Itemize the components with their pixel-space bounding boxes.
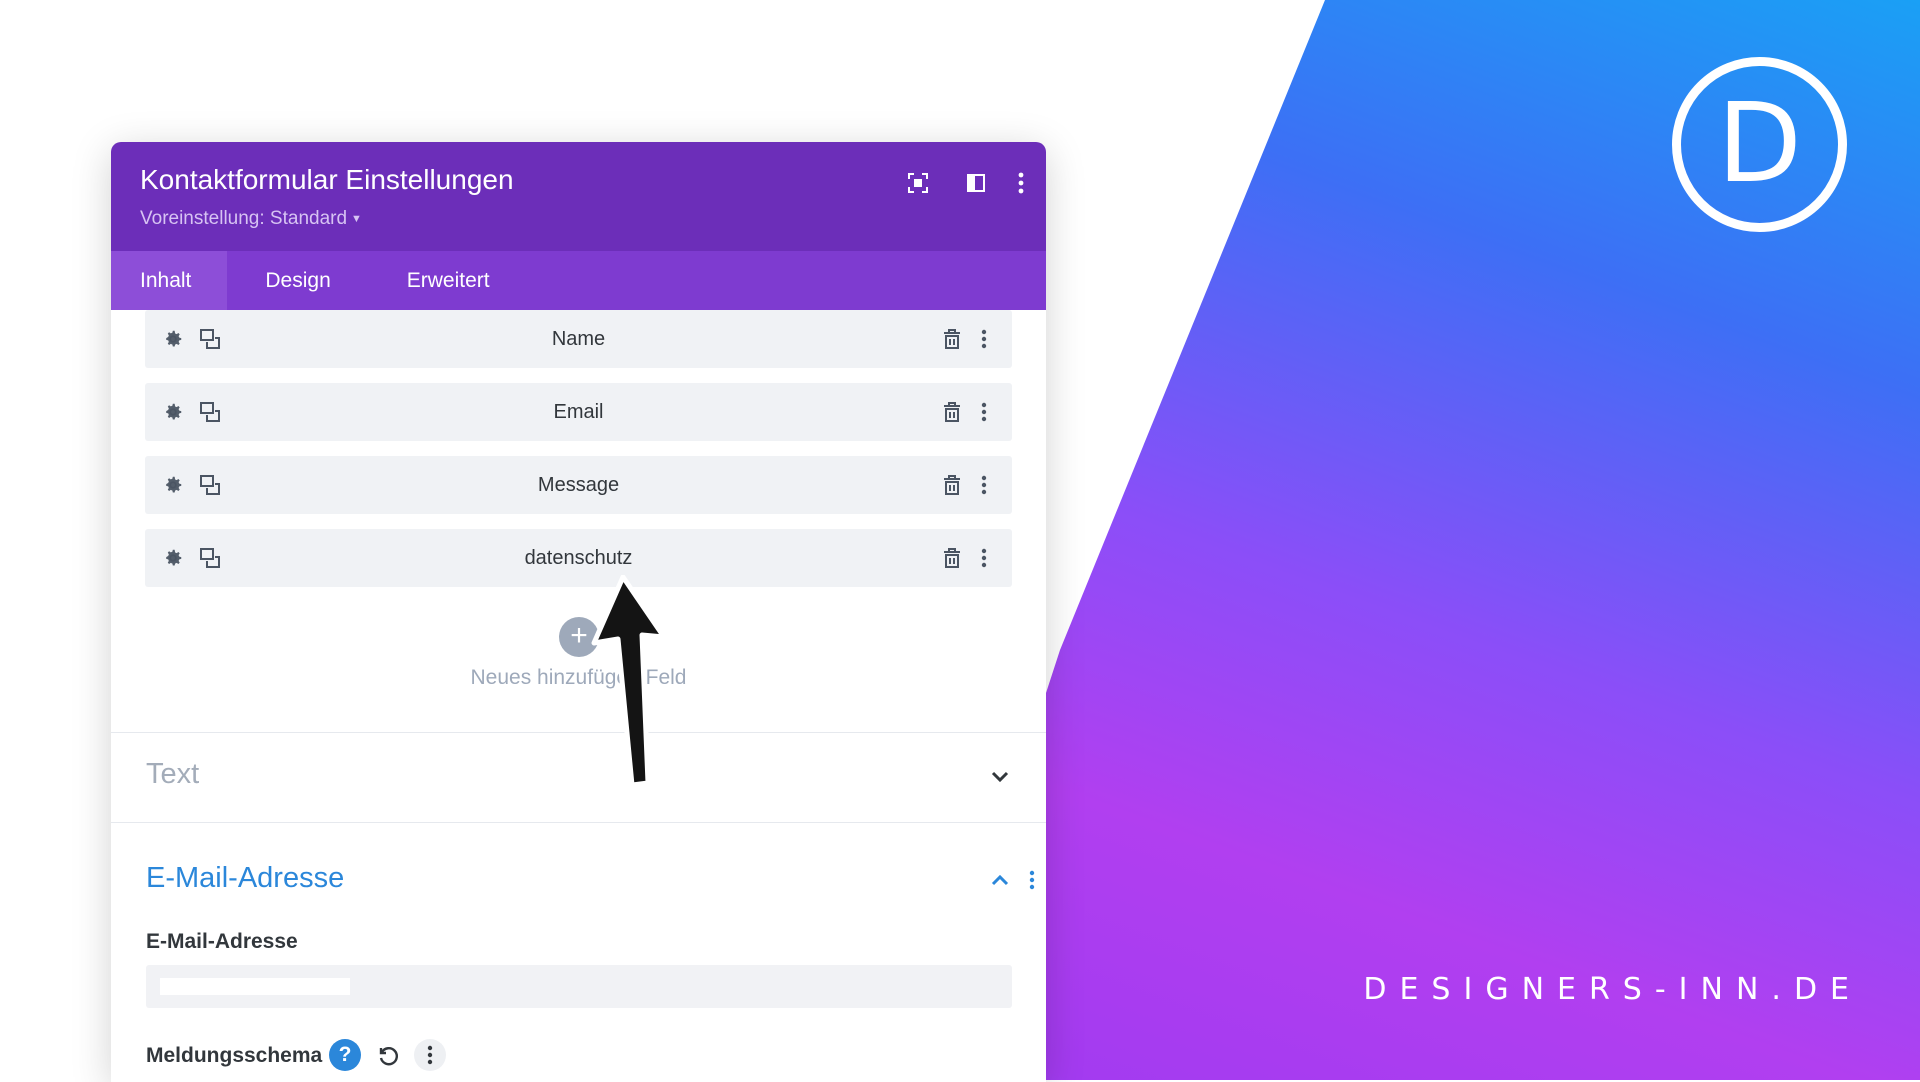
tab-design[interactable]: Design xyxy=(227,251,368,310)
caret-down-icon: ▼ xyxy=(351,213,362,225)
trash-icon[interactable] xyxy=(938,398,966,426)
field-label: Message xyxy=(537,474,620,496)
tab-bar: Inhalt Design Erweitert xyxy=(111,251,1046,310)
trash-icon[interactable] xyxy=(938,544,966,572)
message-pattern-label: Meldungsschema xyxy=(146,1044,323,1067)
redacted-value xyxy=(160,978,350,995)
email-address-label: E-Mail-Adresse xyxy=(146,930,298,953)
trash-icon[interactable] xyxy=(938,471,966,499)
section-email-title[interactable]: E-Mail-Adresse xyxy=(146,862,344,895)
add-field-label[interactable]: Neues hinzufügen Feld xyxy=(111,666,1046,690)
field-list: Name Email Message datenschutz xyxy=(145,310,1012,602)
preset-dropdown[interactable]: Voreinstellung: Standard ▼ xyxy=(140,208,362,230)
kebab-menu-icon[interactable] xyxy=(970,325,998,353)
kebab-menu-icon[interactable] xyxy=(970,398,998,426)
kebab-menu-icon[interactable] xyxy=(1006,168,1036,198)
kebab-menu-icon[interactable] xyxy=(970,471,998,499)
email-address-input[interactable] xyxy=(146,965,1012,1008)
trash-icon[interactable] xyxy=(938,325,966,353)
sidebar-layout-icon[interactable] xyxy=(961,168,991,198)
modal-title: Kontaktformular Einstellungen xyxy=(140,164,514,195)
field-label: datenschutz xyxy=(524,547,633,569)
divi-logo: D xyxy=(1672,57,1847,232)
reset-icon[interactable] xyxy=(373,1041,403,1071)
help-icon[interactable]: ? xyxy=(329,1039,361,1071)
screenshot-icon[interactable] xyxy=(903,168,933,198)
kebab-menu-icon[interactable] xyxy=(414,1039,446,1071)
tab-erweitert[interactable]: Erweitert xyxy=(369,251,528,310)
divider xyxy=(111,822,1046,823)
field-row[interactable]: datenschutz xyxy=(145,529,1012,587)
arrow-annotation xyxy=(590,574,670,800)
field-row[interactable]: Email xyxy=(145,383,1012,441)
chevron-up-icon[interactable] xyxy=(987,867,1013,893)
section-text-title[interactable]: Text xyxy=(146,758,199,791)
kebab-menu-icon[interactable] xyxy=(1019,867,1045,893)
field-row[interactable]: Message xyxy=(145,456,1012,514)
kebab-menu-icon[interactable] xyxy=(970,544,998,572)
plus-icon: + xyxy=(570,619,588,652)
preset-label: Voreinstellung: Standard xyxy=(140,208,348,229)
modal-header: Kontaktformular Einstellungen Voreinstel… xyxy=(111,142,1046,251)
tab-inhalt[interactable]: Inhalt xyxy=(111,251,228,310)
chevron-down-icon[interactable] xyxy=(987,764,1013,790)
divider xyxy=(111,732,1046,733)
field-row[interactable]: Name xyxy=(145,310,1012,368)
settings-modal: Kontaktformular Einstellungen Voreinstel… xyxy=(111,142,1046,1082)
site-branding: DESIGNERS-INN.DE xyxy=(1363,972,1862,1007)
field-label: Name xyxy=(551,328,606,350)
field-label: Email xyxy=(553,401,604,423)
